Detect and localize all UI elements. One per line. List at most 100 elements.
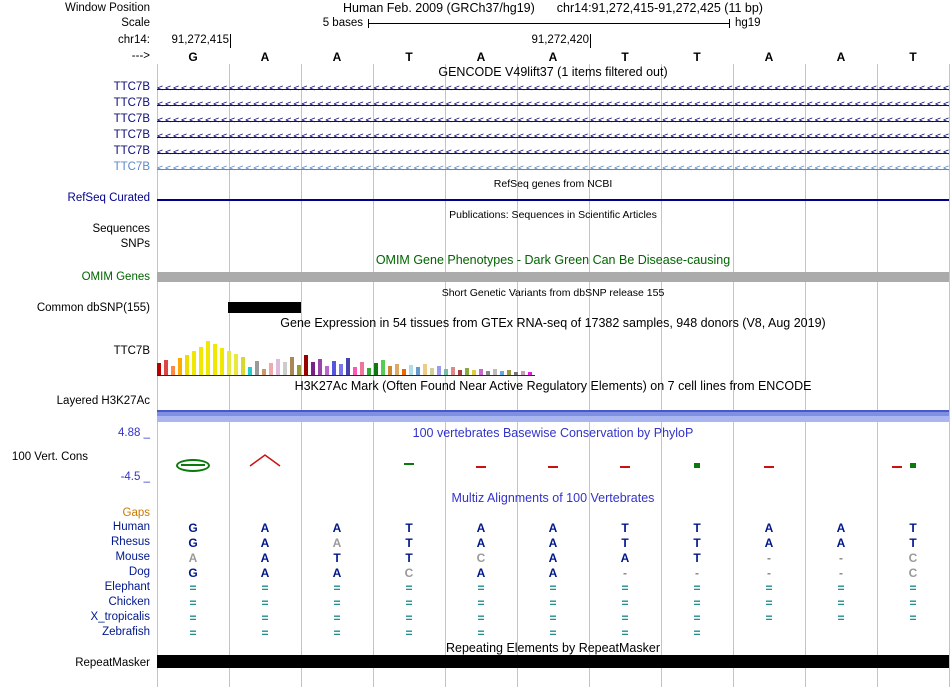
conservation-track[interactable] — [157, 443, 949, 479]
species-label[interactable]: Rhesus — [0, 536, 150, 549]
dbsnp-track-title[interactable]: Short Genetic Variants from dbSNP releas… — [157, 287, 949, 300]
alignment-base: A — [260, 536, 270, 550]
publications-track-title[interactable]: Publications: Sequences in Scientific Ar… — [157, 209, 949, 222]
alignment-base: = — [621, 626, 629, 640]
genome-browser-view: Window Position Human Feb. 2009 (GRCh37/… — [0, 0, 950, 687]
alignment-base: - — [767, 551, 771, 565]
gencode-transcript-label[interactable]: TTC7B — [0, 161, 150, 174]
alignment-base: C — [476, 551, 486, 565]
scale-bar — [368, 19, 730, 28]
gencode-transcript-row[interactable]: <<<<<<<<<<<<<<<<<<<<<<<<<<<<<<<<<<<<<<<<… — [157, 81, 949, 97]
gencode-transcript-row[interactable]: <<<<<<<<<<<<<<<<<<<<<<<<<<<<<<<<<<<<<<<<… — [157, 161, 949, 177]
gtex-gene-label[interactable]: TTC7B — [0, 345, 150, 358]
gaps-label[interactable]: Gaps — [0, 507, 151, 520]
alignment-base: - — [695, 566, 699, 580]
gtex-bar — [234, 354, 238, 375]
alignment-base: = — [189, 626, 197, 640]
cons-arc-mark — [248, 453, 282, 467]
gtex-bar — [297, 365, 301, 375]
alignment-base: - — [623, 566, 627, 580]
cons-red-dash — [620, 466, 630, 468]
gtex-bar — [178, 358, 182, 375]
omim-track-title[interactable]: OMIM Gene Phenotypes - Dark Green Can Be… — [157, 254, 949, 267]
alignment-base: = — [549, 581, 557, 595]
species-label[interactable]: Elephant — [0, 581, 150, 594]
gtex-bar — [283, 362, 287, 375]
gencode-transcript-label[interactable]: TTC7B — [0, 97, 150, 110]
position-text: chr14:91,272,415-91,272,425 (11 bp) — [556, 1, 763, 15]
h3k27ac-track-title[interactable]: H3K27Ac Mark (Often Found Near Active Re… — [157, 380, 949, 393]
gtex-bar — [199, 347, 203, 375]
phylop-track-title[interactable]: 100 vertebrates Basewise Conservation by… — [157, 427, 949, 440]
cons-ellipse-line — [181, 464, 205, 466]
dbsnp-label[interactable]: Common dbSNP(155) — [0, 302, 150, 315]
alignment-base: = — [333, 611, 341, 625]
gtex-bar — [318, 359, 322, 375]
transcript-arrow-marks: <<<<<<<<<<<<<<<<<<<<<<<<<<<<<<<<<<<<<<<<… — [157, 115, 949, 126]
gtex-bar — [388, 366, 392, 375]
alignment-base: = — [549, 596, 557, 610]
omim-genes-label[interactable]: OMIM Genes — [0, 271, 150, 284]
alignment-base: A — [764, 521, 774, 535]
species-label[interactable]: Dog — [0, 566, 150, 579]
assembly-text: Human Feb. 2009 (GRCh37/hg19) — [343, 1, 535, 15]
species-label[interactable]: X_tropicalis — [0, 611, 150, 624]
alignment-base: A — [836, 536, 846, 550]
gencode-transcript-row[interactable]: <<<<<<<<<<<<<<<<<<<<<<<<<<<<<<<<<<<<<<<<… — [157, 145, 949, 161]
cons-track-label[interactable]: 100 Vert. Cons — [0, 451, 88, 464]
ruler-base: A — [764, 50, 774, 64]
transcript-arrow-marks: <<<<<<<<<<<<<<<<<<<<<<<<<<<<<<<<<<<<<<<<… — [157, 163, 949, 174]
alignment-base: = — [693, 611, 701, 625]
species-label[interactable]: Mouse — [0, 551, 150, 564]
gtex-expression-chart[interactable] — [157, 336, 949, 376]
species-label[interactable]: Human — [0, 521, 150, 534]
gencode-transcript-label[interactable]: TTC7B — [0, 81, 150, 94]
refseq-track-title[interactable]: RefSeq genes from NCBI — [157, 178, 949, 191]
dbsnp-variant-bar[interactable] — [228, 302, 301, 313]
alignment-base: = — [189, 596, 197, 610]
gtex-bar — [304, 355, 308, 375]
gencode-transcript-label[interactable]: TTC7B — [0, 145, 150, 158]
omim-genes-bar[interactable] — [157, 272, 949, 282]
alignment-base: T — [693, 551, 701, 565]
gtex-bar — [213, 344, 217, 375]
species-label[interactable]: Chicken — [0, 596, 150, 609]
species-label[interactable]: Zebrafish — [0, 626, 150, 639]
alignment-base: T — [621, 521, 629, 535]
ruler-base: T — [693, 50, 701, 64]
h3k27ac-signal-bar[interactable] — [157, 410, 949, 422]
alignment-base: A — [476, 566, 486, 580]
gtex-bar — [374, 363, 378, 375]
repeatmasker-label[interactable]: RepeatMasker — [0, 657, 150, 670]
gtex-bar — [164, 360, 168, 375]
gtex-bar — [395, 364, 399, 375]
alignment-base: A — [260, 521, 270, 535]
alignment-base: = — [693, 596, 701, 610]
repeatmasker-bar[interactable] — [157, 655, 949, 668]
gencode-transcript-row[interactable]: <<<<<<<<<<<<<<<<<<<<<<<<<<<<<<<<<<<<<<<<… — [157, 129, 949, 145]
snps-label[interactable]: SNPs — [0, 238, 150, 251]
alignment-base: = — [405, 626, 413, 640]
refseq-curated-label[interactable]: RefSeq Curated — [0, 192, 150, 205]
gtex-bar — [479, 369, 483, 375]
refseq-curated-line[interactable] — [157, 199, 949, 201]
sequences-label[interactable]: Sequences — [0, 223, 150, 236]
gencode-transcript-row[interactable]: <<<<<<<<<<<<<<<<<<<<<<<<<<<<<<<<<<<<<<<<… — [157, 97, 949, 113]
gencode-transcript-label[interactable]: TTC7B — [0, 129, 150, 142]
ruler-base: T — [405, 50, 413, 64]
alignment-base: = — [477, 611, 485, 625]
alignment-base: = — [477, 581, 485, 595]
multiz-track-title[interactable]: Multiz Alignments of 100 Vertebrates — [157, 492, 949, 505]
gtex-bar — [192, 351, 196, 375]
alignment-base: - — [767, 566, 771, 580]
gtex-bar — [444, 369, 448, 375]
repeatmasker-track-title[interactable]: Repeating Elements by RepeatMasker — [157, 642, 949, 655]
gencode-transcript-row[interactable]: <<<<<<<<<<<<<<<<<<<<<<<<<<<<<<<<<<<<<<<<… — [157, 113, 949, 129]
gtex-bar — [311, 362, 315, 375]
h3k27ac-label[interactable]: Layered H3K27Ac — [0, 395, 150, 408]
gencode-track-title[interactable]: GENCODE V49lift37 (1 items filtered out) — [157, 66, 949, 79]
transcript-arrow-marks: <<<<<<<<<<<<<<<<<<<<<<<<<<<<<<<<<<<<<<<<… — [157, 99, 949, 110]
gtex-bar — [269, 363, 273, 375]
gencode-transcript-label[interactable]: TTC7B — [0, 113, 150, 126]
gtex-track-title[interactable]: Gene Expression in 54 tissues from GTEx … — [157, 317, 949, 330]
